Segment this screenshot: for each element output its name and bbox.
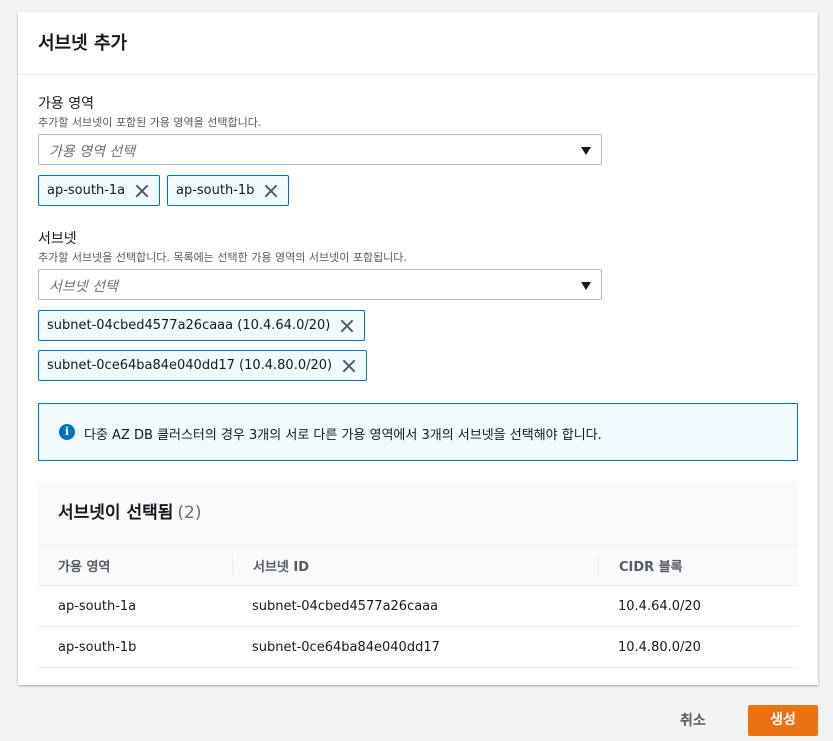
az-label: 가용 영역	[38, 96, 94, 112]
info-text: 다중 AZ DB 클러스터의 경우 3개의 서로 다른 가용 영역에서 3개의 …	[84, 428, 602, 443]
create-button[interactable]: 생성	[748, 705, 818, 736]
table-header-row: 가용 영역 서브넷 ID CIDR 블록	[38, 545, 798, 586]
info-alert: i 다중 AZ DB 클러스터의 경우 3개의 서로 다른 가용 영역에서 3개…	[38, 403, 798, 461]
table-count: (2)	[177, 503, 202, 523]
subnet-select[interactable]: 서브넷 선택	[38, 269, 602, 300]
panel-header: 서브넷 추가	[18, 12, 818, 75]
cell-az: ap-south-1a	[38, 585, 232, 627]
table-row: ap-south-1b subnet-0ce64ba84e040dd17 10.…	[38, 626, 798, 668]
panel-title: 서브넷 추가	[38, 33, 128, 54]
az-select-placeholder: 가용 영역 선택	[49, 144, 136, 160]
subnet-token: subnet-0ce64ba84e040dd17 (10.4.80.0/20)	[38, 350, 368, 381]
cell-subnet-id: subnet-04cbed4577a26caaa	[232, 585, 598, 627]
cell-cidr: 10.4.64.0/20	[598, 585, 798, 627]
cell-cidr: 10.4.80.0/20	[598, 626, 798, 668]
subnet-select-placeholder: 서브넷 선택	[49, 279, 118, 295]
az-token-label: ap-south-1a	[47, 183, 126, 198]
column-header-az[interactable]: 가용 영역	[38, 545, 232, 586]
az-token: ap-south-1b	[167, 175, 290, 206]
table-row: ap-south-1a subnet-04cbed4577a26caaa 10.…	[38, 585, 798, 627]
subnets-table: 가용 영역 서브넷 ID CIDR 블록 ap-south-1a subnet-…	[38, 545, 798, 668]
az-select[interactable]: 가용 영역 선택	[38, 134, 602, 165]
subnet-token-label: subnet-04cbed4577a26caaa (10.4.64.0/20)	[47, 318, 331, 333]
add-subnet-panel: 서브넷 추가 가용 영역 추가할 서브넷이 포함된 가용 영역을 선택합니다. …	[18, 12, 818, 685]
column-header-cidr[interactable]: CIDR 블록	[598, 545, 798, 586]
az-token-label: ap-south-1b	[176, 183, 255, 198]
info-icon: i	[59, 424, 75, 440]
remove-icon[interactable]	[264, 184, 278, 198]
caret-down-icon	[581, 282, 591, 290]
az-description: 추가할 서브넷이 포함된 가용 영역을 선택합니다.	[38, 116, 262, 129]
table-title: 서브넷이 선택됨	[58, 503, 174, 523]
selected-subnets-table: 서브넷이 선택됨 (2) 가용 영역 서브넷 ID CIDR 블록 ap-sout…	[38, 481, 798, 668]
remove-icon[interactable]	[340, 319, 354, 333]
subnet-token: subnet-04cbed4577a26caaa (10.4.64.0/20)	[38, 310, 366, 341]
cell-az: ap-south-1b	[38, 626, 232, 668]
subnet-description: 추가할 서브넷을 선택합니다. 목록에는 선택한 가용 영역의 서브넷이 포함됩…	[38, 251, 407, 264]
column-header-subnet-id[interactable]: 서브넷 ID	[232, 545, 598, 586]
cancel-button[interactable]: 취소	[680, 710, 706, 730]
remove-icon[interactable]	[342, 359, 356, 373]
remove-icon[interactable]	[135, 184, 149, 198]
cell-subnet-id: subnet-0ce64ba84e040dd17	[232, 626, 598, 668]
subnet-label: 서브넷	[38, 231, 77, 247]
table-header: 서브넷이 선택됨 (2)	[38, 481, 798, 545]
az-token: ap-south-1a	[38, 175, 161, 206]
subnet-token-label: subnet-0ce64ba84e040dd17 (10.4.80.0/20)	[47, 358, 333, 373]
caret-down-icon	[581, 147, 591, 155]
